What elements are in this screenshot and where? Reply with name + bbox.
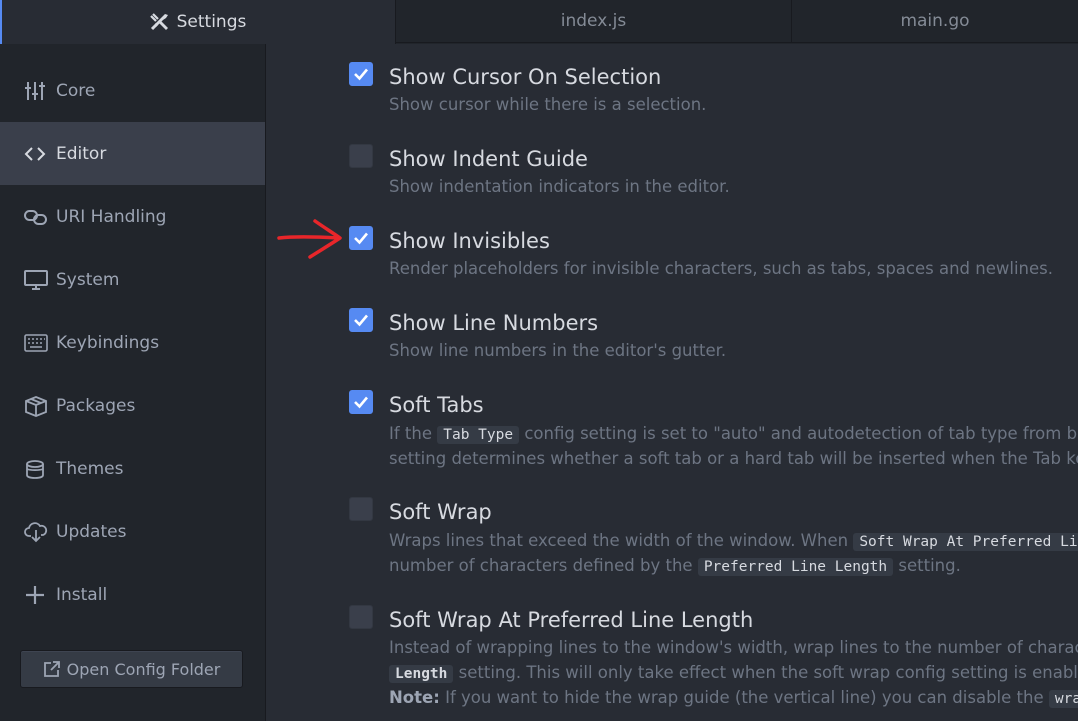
- inline-code: Preferred Line Length: [697, 558, 894, 576]
- setting-description: Render placeholders for invisible charac…: [389, 259, 1053, 278]
- sidebar-item-label: Editor: [56, 143, 107, 164]
- open-config-folder-label: Open Config Folder: [66, 659, 221, 679]
- sidebar-item-system[interactable]: System: [0, 248, 265, 311]
- setting-description-line-1: Wraps lines that exceed the width of the…: [389, 528, 1078, 555]
- show-line-numbers-checkbox[interactable]: [349, 308, 373, 332]
- setting-title: Show Line Numbers: [389, 311, 599, 335]
- setting-description-line-2: setting determines whether a soft tab or…: [389, 449, 1078, 468]
- desc-text: config setting is set to "auto" and auto…: [524, 424, 1078, 443]
- cloud-download-icon: [24, 521, 50, 543]
- code-icon: [24, 143, 50, 165]
- tools-icon: [149, 12, 171, 32]
- checkmark-icon: [354, 314, 368, 327]
- desc-text: number of characters defined by the: [389, 556, 693, 575]
- sidebar-item-label: Install: [56, 584, 108, 605]
- setting-description-line-1: Instead of wrapping lines to the window'…: [389, 638, 1078, 657]
- plus-icon: [24, 584, 50, 606]
- inline-code: wrap-gu: [1048, 690, 1078, 708]
- desc-text: setting.: [898, 556, 961, 575]
- setting-title: Show Cursor On Selection: [389, 65, 662, 89]
- setting-description: Show indentation indicators in the edito…: [389, 177, 730, 196]
- keyboard-icon: [24, 332, 50, 354]
- package-icon: [24, 395, 50, 417]
- desc-text: Wraps lines that exceed the width of the…: [389, 531, 849, 550]
- setting-description-line-2: number of characters defined by the Pref…: [389, 553, 961, 580]
- sidebar-item-editor[interactable]: Editor: [0, 122, 265, 185]
- editor-settings-panel: Show Cursor On Selection Show cursor whi…: [267, 44, 1078, 721]
- tab-label: Settings: [176, 12, 247, 32]
- tab-index-js[interactable]: index.js: [396, 0, 792, 43]
- sidebar-item-label: Keybindings: [56, 332, 160, 353]
- sidebar-item-updates[interactable]: Updates: [0, 500, 265, 563]
- show-cursor-on-selection-checkbox[interactable]: [349, 62, 373, 86]
- link-icon: [24, 206, 50, 228]
- checkmark-icon: [354, 232, 368, 245]
- sidebar-item-themes[interactable]: Themes: [0, 437, 265, 500]
- inline-code: Soft Wrap At Preferred Line: [853, 533, 1078, 551]
- monitor-icon: [24, 269, 50, 291]
- sidebar-item-uri-handling[interactable]: URI Handling: [0, 185, 265, 248]
- sidebar-item-packages[interactable]: Packages: [0, 374, 265, 437]
- sidebar-item-keybindings[interactable]: Keybindings: [0, 311, 265, 374]
- setting-title: Show Invisibles: [389, 229, 550, 253]
- setting-title: Soft Wrap At Preferred Line Length: [389, 608, 754, 632]
- setting-description-line-2: Length setting. This will only take effe…: [389, 660, 1078, 687]
- note-label: Note:: [389, 688, 440, 707]
- setting-description: Show cursor while there is a selection.: [389, 95, 707, 114]
- setting-description-line-3: Note: If you want to hide the wrap guide…: [389, 685, 1078, 712]
- external-link-icon: [43, 660, 61, 678]
- show-invisibles-checkbox[interactable]: [349, 226, 373, 250]
- desc-text: setting. This will only take effect when…: [458, 663, 1078, 682]
- sidebar-item-core[interactable]: Core: [0, 59, 265, 122]
- sidebar-item-label: Core: [56, 80, 96, 101]
- sidebar-item-label: Themes: [56, 458, 124, 479]
- tab-bar: Settings index.js main.go: [0, 0, 1078, 44]
- setting-title: Soft Tabs: [389, 393, 484, 417]
- setting-title: Show Indent Guide: [389, 147, 588, 171]
- soft-tabs-checkbox[interactable]: [349, 390, 373, 414]
- setting-title: Soft Wrap: [389, 500, 492, 524]
- paintcan-icon: [24, 458, 50, 480]
- open-config-folder-button[interactable]: Open Config Folder: [20, 650, 243, 688]
- tab-main-go[interactable]: main.go: [792, 0, 1078, 43]
- sidebar-item-label: URI Handling: [56, 206, 167, 227]
- setting-description-line-1: If the Tab Type config setting is set to…: [389, 421, 1078, 448]
- sidebar-item-label: Updates: [56, 521, 127, 542]
- inline-code: Length: [389, 665, 454, 683]
- sidebar-item-label: System: [56, 269, 120, 290]
- tab-settings[interactable]: Settings: [0, 0, 396, 44]
- desc-text: If the: [389, 424, 432, 443]
- tab-label: main.go: [900, 11, 970, 31]
- sidebar-item-install[interactable]: Install: [0, 563, 265, 626]
- soft-wrap-checkbox[interactable]: [349, 497, 373, 521]
- soft-wrap-at-preferred-line-length-checkbox[interactable]: [349, 605, 373, 629]
- checkmark-icon: [354, 68, 368, 81]
- inline-code: Tab Type: [437, 426, 520, 444]
- setting-description: Show line numbers in the editor's gutter…: [389, 341, 727, 360]
- tab-label: index.js: [560, 11, 627, 31]
- sliders-icon: [24, 80, 50, 102]
- annotation-arrow-icon: [277, 219, 342, 259]
- checkmark-icon: [354, 396, 368, 409]
- sidebar-item-label: Packages: [56, 395, 136, 416]
- desc-text: If you want to hide the wrap guide (the …: [445, 688, 1044, 707]
- settings-sidebar: Core Editor URI Handling System Keybindi…: [0, 44, 266, 721]
- show-indent-guide-checkbox[interactable]: [349, 144, 373, 168]
